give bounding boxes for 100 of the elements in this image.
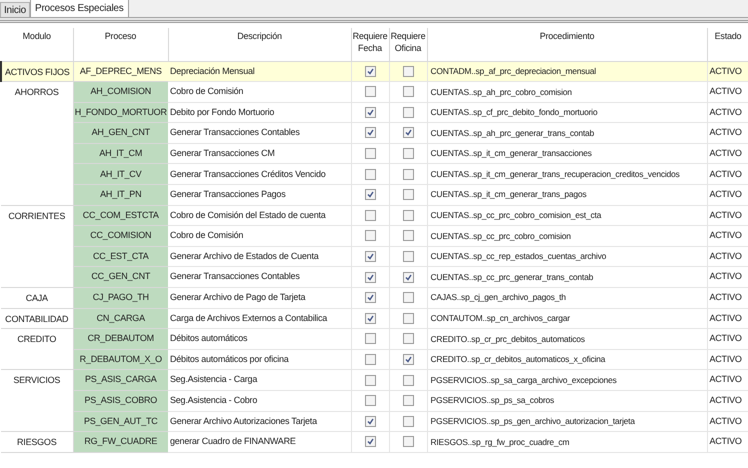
table-cell: CONTAUTOM..sp_cn_archivos_cargar: [427, 308, 707, 329]
table-cell[interactable]: CJ_PAGO_TH: [73, 288, 168, 308]
table-cell: ACTIVO: [707, 246, 748, 267]
table-cell: ACTIVO: [707, 288, 748, 308]
checkbox[interactable]: [364, 312, 376, 324]
table-cell[interactable]: PS_GEN_AUT_TC: [73, 411, 168, 432]
table-cell[interactable]: AH_IT_CM: [73, 143, 168, 164]
checkbox[interactable]: [364, 66, 376, 77]
checkbox[interactable]: [402, 436, 414, 448]
checkbox[interactable]: [364, 230, 376, 242]
table-cell: CUENTAS..sp_cc_prc_cobro_comision_est_cta: [427, 205, 707, 226]
column-header[interactable]: Descripción: [168, 28, 351, 61]
table-cell: PGSERVICIOS..sp_ps_sa_cobros: [427, 390, 707, 412]
table-cell: CONTABILIDAD: [1, 308, 73, 329]
table-cell[interactable]: H_FONDO_MORTUOR: [73, 102, 168, 123]
checkbox[interactable]: [402, 230, 414, 242]
checkbox[interactable]: [402, 189, 414, 200]
checkmark-icon: [366, 438, 374, 446]
table-cell[interactable]: AH_IT_CV: [73, 164, 168, 185]
table-cell[interactable]: CR_DEBAUTOM: [73, 328, 168, 350]
table-cell[interactable]: CC_GEN_CNT: [73, 266, 168, 288]
column-header[interactable]: Procedimiento: [427, 28, 707, 61]
checkbox[interactable]: [364, 168, 376, 180]
table-cell[interactable]: CC_EST_CTA: [73, 246, 168, 267]
table-cell: Débitos automáticos: [168, 328, 351, 350]
checkmark-icon: [366, 274, 374, 281]
column-header[interactable]: Requiere Oficina: [389, 28, 427, 61]
column-header[interactable]: Modulo: [1, 28, 73, 61]
table-cell[interactable]: PS_ASIS_COBRO: [73, 390, 168, 412]
checkbox[interactable]: [364, 210, 376, 221]
table-cell: RIESGOS: [1, 432, 73, 452]
checkbox[interactable]: [402, 106, 414, 118]
checkmark-icon: [366, 418, 374, 425]
table-cell: ACTIVO: [707, 164, 748, 185]
table-cell: Generar Transacciones Créditos Vencido: [168, 164, 351, 185]
checkbox[interactable]: [402, 416, 414, 427]
checkbox[interactable]: [364, 189, 376, 200]
table-cell: Cobro de Comisión del Estado de cuenta: [168, 205, 351, 226]
checkbox[interactable]: [402, 312, 414, 324]
checkmark-icon: [366, 253, 374, 260]
checkbox[interactable]: [364, 374, 376, 386]
table-cell[interactable]: R_DEBAUTOM_X_O: [73, 349, 168, 370]
checkbox[interactable]: [364, 106, 376, 118]
table-cell: ACTIVO: [707, 411, 748, 432]
table-cell[interactable]: CC_COM_ESTCTA: [73, 205, 168, 226]
checkbox[interactable]: [364, 333, 376, 344]
checkbox[interactable]: [402, 168, 414, 180]
checkbox[interactable]: [364, 272, 376, 283]
checkbox[interactable]: [402, 292, 414, 304]
table-cell: CREDITO: [1, 328, 73, 370]
checkbox[interactable]: [364, 292, 376, 304]
checkbox[interactable]: [402, 86, 414, 98]
table-cell: CORRIENTES: [1, 205, 73, 288]
table-cell: Débitos automáticos por oficina: [168, 349, 351, 370]
checkbox[interactable]: [402, 148, 414, 160]
table-cell: SERVICIOS: [1, 370, 73, 432]
tab[interactable]: Procesos Especiales: [30, 0, 129, 17]
checkbox[interactable]: [402, 66, 414, 77]
table-cell: Generar Transacciones Contables: [168, 122, 351, 144]
table-cell: ACTIVO: [707, 266, 748, 288]
table-cell: RIESGOS..sp_rg_fw_proc_cuadre_cm: [427, 432, 707, 452]
table-cell: CUENTAS..sp_ah_prc_generar_trans_contab: [427, 122, 707, 144]
table-cell[interactable]: CC_COMISION: [73, 226, 168, 246]
checkbox[interactable]: [402, 395, 414, 406]
column-header[interactable]: Estado: [707, 28, 748, 61]
checkbox[interactable]: [364, 251, 376, 262]
table-cell: CUENTAS..sp_it_cm_generar_transacciones: [427, 143, 707, 164]
checkbox[interactable]: [402, 251, 414, 262]
checkbox[interactable]: [364, 86, 376, 98]
column-header[interactable]: Proceso: [73, 28, 168, 61]
table-cell: ACTIVO: [707, 82, 748, 102]
checkbox[interactable]: [402, 374, 414, 386]
table-cell: Seg.Asistencia - Cobro: [168, 390, 351, 412]
table-cell[interactable]: CN_CARGA: [73, 308, 168, 329]
table-cell: CREDITO..sp_cr_prc_debitos_automaticos: [427, 328, 707, 350]
table-cell: ACTIVO: [707, 432, 748, 452]
checkbox[interactable]: [402, 210, 414, 221]
table-cell: Generar Transacciones Pagos: [168, 184, 351, 206]
checkbox[interactable]: [402, 354, 414, 365]
checkbox[interactable]: [402, 127, 414, 138]
checkbox[interactable]: [364, 416, 376, 427]
table-cell[interactable]: AH_GEN_CNT: [73, 122, 168, 144]
column-header[interactable]: Requiere Fecha: [351, 28, 389, 61]
table-cell[interactable]: AH_IT_PN: [73, 184, 168, 206]
tab[interactable]: Inicio: [0, 2, 30, 17]
checkbox[interactable]: [402, 333, 414, 344]
table-cell[interactable]: RG_FW_CUADRE: [73, 432, 168, 452]
table-cell: generar Cuadro de FINANWARE: [168, 432, 351, 452]
table-cell[interactable]: PS_ASIS_CARGA: [73, 370, 168, 390]
checkbox[interactable]: [364, 354, 376, 365]
table-cell[interactable]: AH_COMISION: [73, 82, 168, 102]
table-cell: Cobro de Comisión: [168, 226, 351, 246]
checkbox[interactable]: [364, 436, 376, 448]
table-cell: CUENTAS..sp_it_cm_generar_trans_pagos: [427, 184, 707, 206]
checkbox[interactable]: [364, 127, 376, 138]
checkmark-icon: [366, 191, 374, 198]
checkmark-icon: [366, 314, 374, 322]
checkbox[interactable]: [364, 395, 376, 406]
checkbox[interactable]: [402, 272, 414, 283]
checkbox[interactable]: [364, 148, 376, 160]
